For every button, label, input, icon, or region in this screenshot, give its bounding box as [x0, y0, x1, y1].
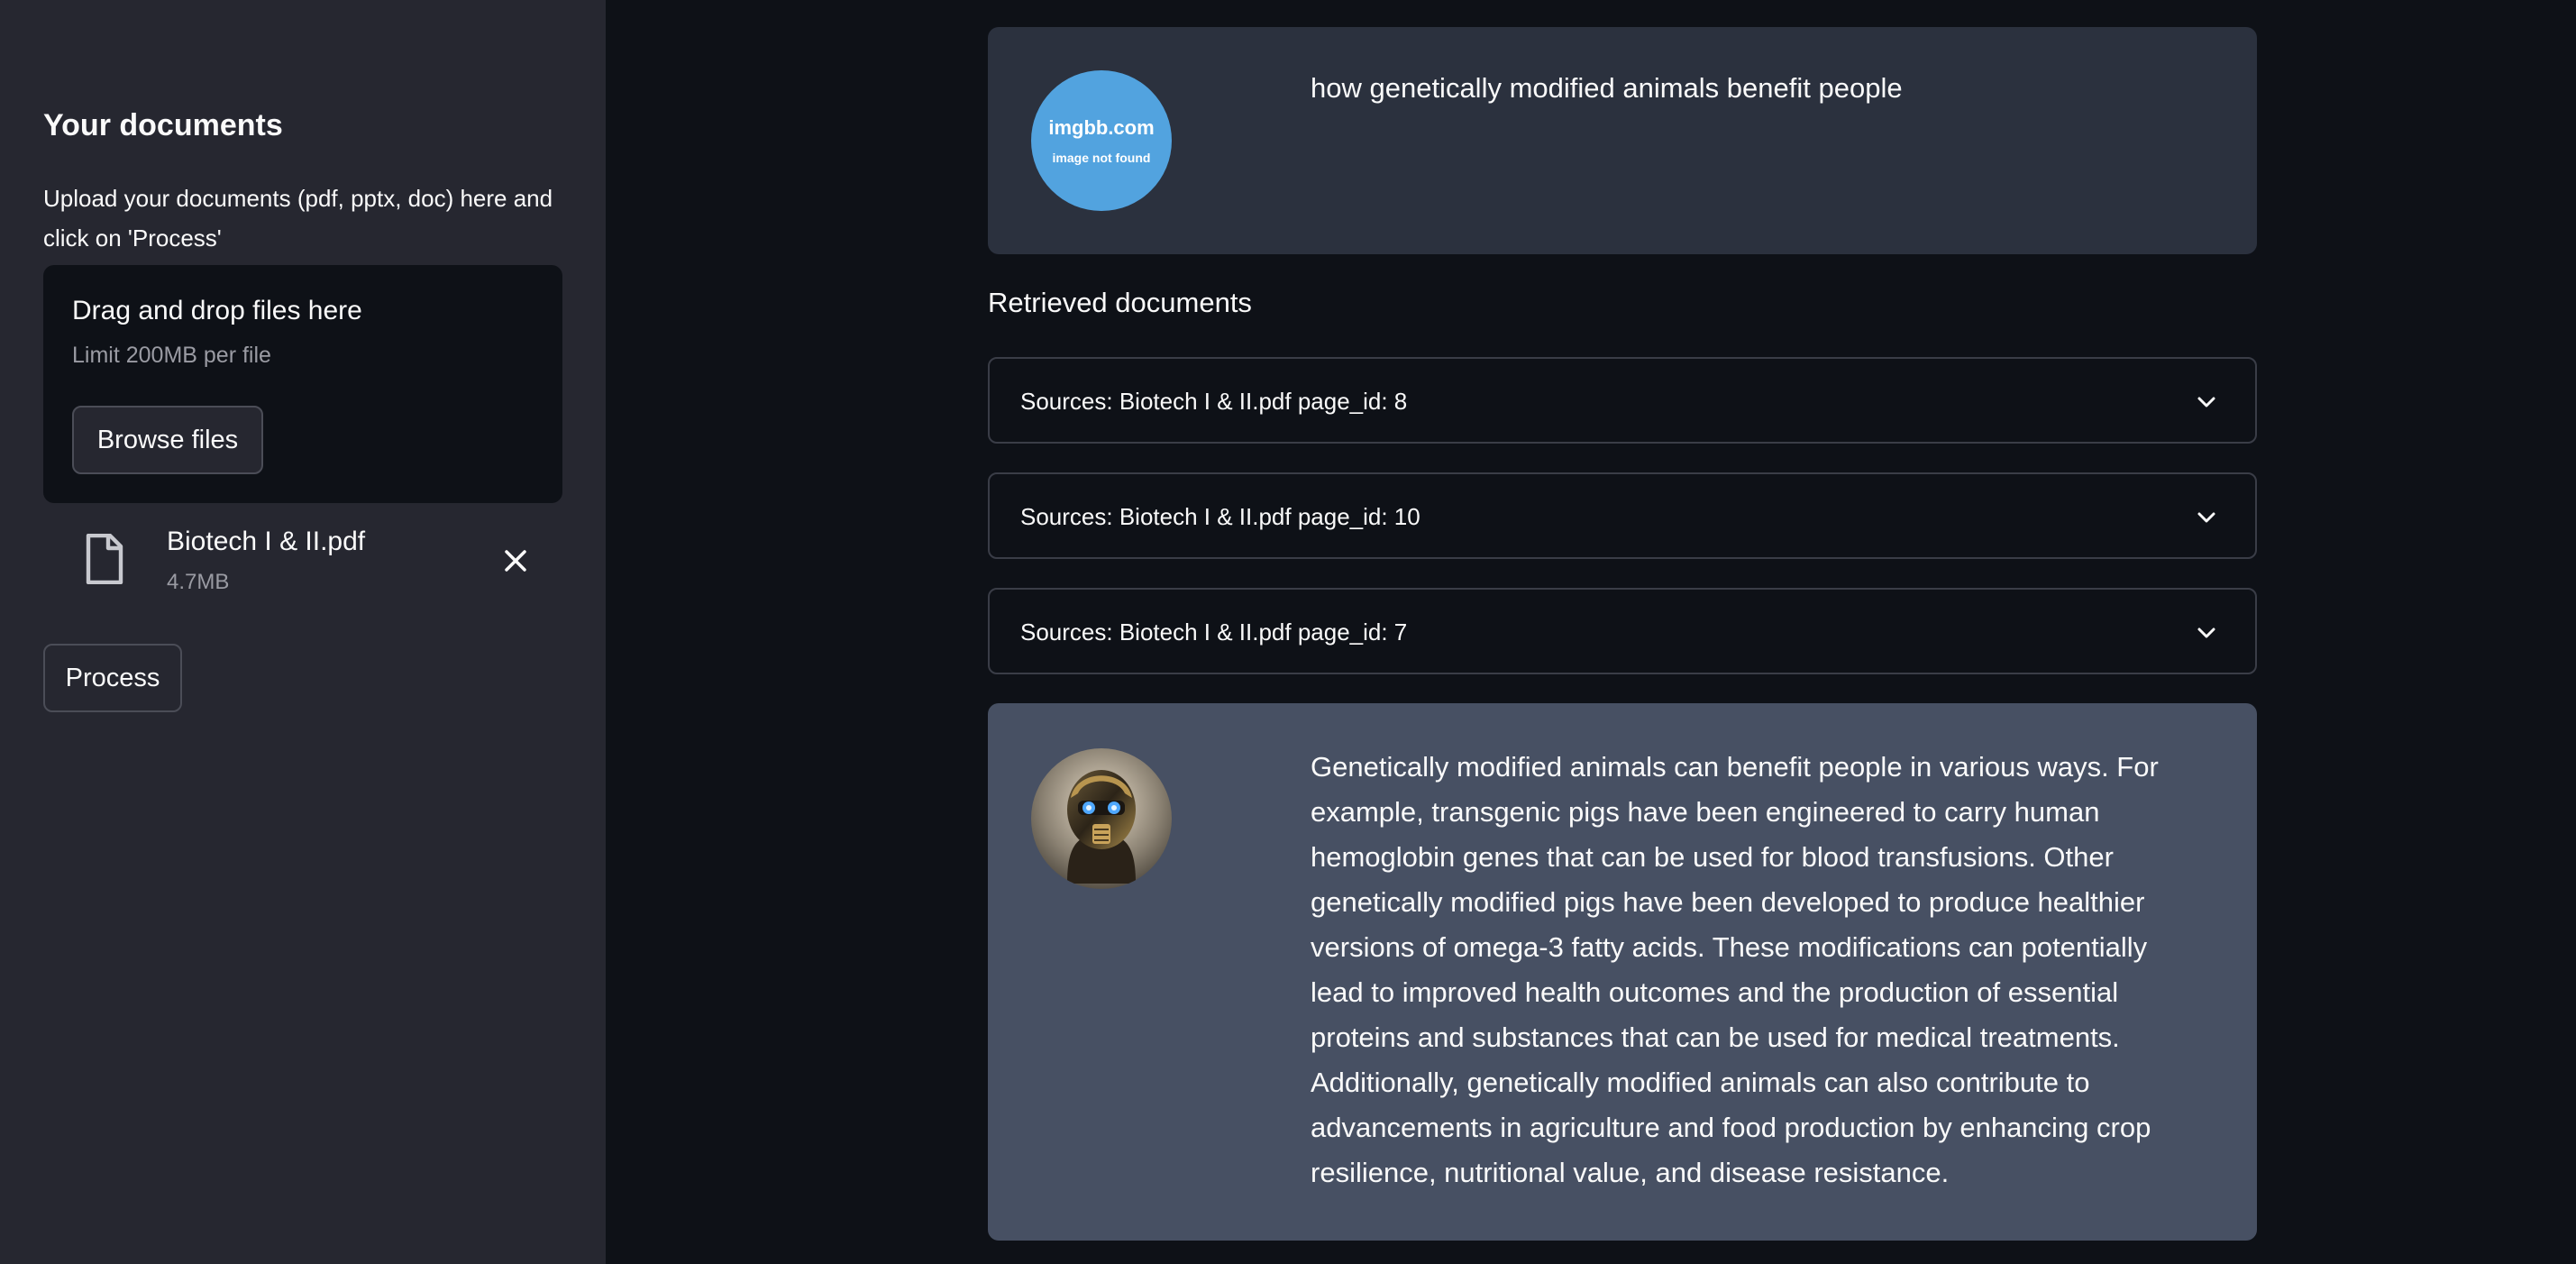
process-button[interactable]: Process [43, 644, 182, 712]
uploaded-file-item: Biotech I & II.pdf 4.7MB [43, 518, 562, 608]
source-expander[interactable]: Sources: Biotech I & II.pdf page_id: 7 [988, 588, 2257, 674]
source-label: Sources: Biotech I & II.pdf page_id: 8 [1020, 388, 1408, 415]
dropzone-label: Drag and drop files here [72, 296, 362, 325]
source-expander[interactable]: Sources: Biotech I & II.pdf page_id: 8 [988, 357, 2257, 444]
chevron-down-icon [2197, 512, 2215, 523]
source-label: Sources: Biotech I & II.pdf page_id: 10 [1020, 503, 1420, 530]
sidebar: Your documents Upload your documents (pd… [0, 0, 606, 1264]
avatar-placeholder-title: imgbb.com [1048, 116, 1155, 139]
browse-files-button[interactable]: Browse files [72, 406, 263, 474]
retrieved-documents-heading: Retrieved documents [988, 287, 1252, 318]
chevron-down-icon [2197, 397, 2215, 408]
file-icon [86, 534, 123, 584]
source-label: Sources: Biotech I & II.pdf page_id: 7 [1020, 618, 1408, 646]
user-message-box: imgbb.com image not found how geneticall… [988, 27, 2257, 254]
bot-message-box: Genetically modified animals can benefit… [988, 703, 2257, 1241]
bot-avatar [1031, 748, 1172, 889]
dropzone-limit: Limit 200MB per file [72, 343, 271, 368]
user-avatar: imgbb.com image not found [1031, 70, 1172, 211]
chevron-down-icon [2197, 627, 2215, 638]
source-expander[interactable]: Sources: Biotech I & II.pdf page_id: 10 [988, 472, 2257, 559]
robot-avatar-icon [1031, 748, 1172, 889]
file-name: Biotech I & II.pdf [167, 527, 366, 556]
user-message-text: how genetically modified animals benefit… [1311, 72, 1903, 104]
file-size: 4.7MB [167, 570, 230, 594]
app: Your documents Upload your documents (pd… [0, 0, 2576, 1264]
sidebar-title: Your documents [43, 108, 283, 142]
close-icon[interactable] [501, 546, 530, 575]
sidebar-description: Upload your documents (pdf, pptx, doc) h… [43, 185, 553, 252]
bot-message-text: Genetically modified animals can benefit… [1311, 751, 2159, 1188]
avatar-placeholder-subtitle: image not found [1052, 151, 1151, 165]
file-dropzone[interactable]: Drag and drop files here Limit 200MB per… [43, 265, 562, 503]
